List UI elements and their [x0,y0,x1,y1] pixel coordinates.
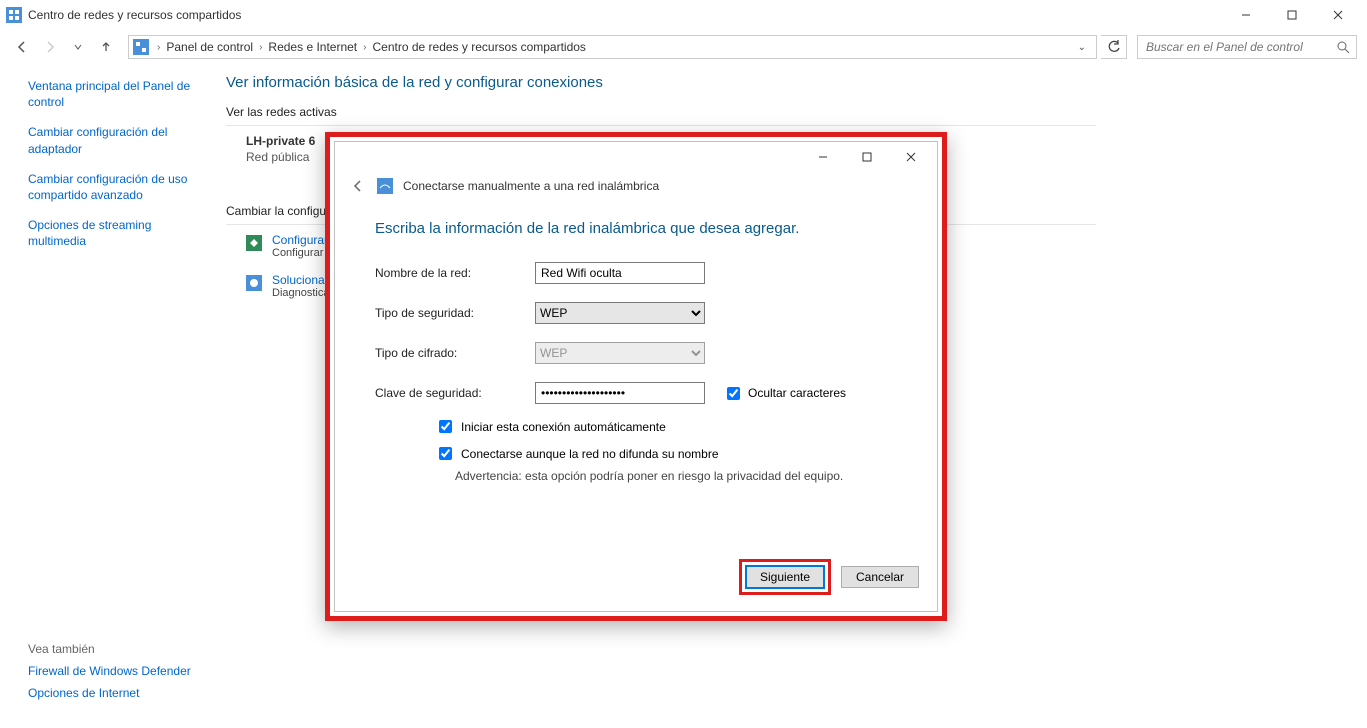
hide-chars-input[interactable] [727,387,740,400]
breadcrumb[interactable]: › Panel de control › Redes e Internet › … [128,35,1097,59]
dialog-minimize-button[interactable] [801,143,845,171]
hide-chars-checkbox[interactable]: Ocultar caracteres [723,384,846,403]
see-also-internet-options[interactable]: Opciones de Internet [28,686,191,700]
security-type-select[interactable]: WEP [535,302,705,324]
connect-hidden-input[interactable] [439,447,452,460]
see-also-firewall[interactable]: Firewall de Windows Defender [28,664,191,678]
sidebar-link-home[interactable]: Ventana principal del Panel de control [28,78,212,110]
auto-connect-checkbox[interactable]: Iniciar esta conexión automáticamente [435,417,897,436]
close-button[interactable] [1315,0,1361,30]
network-icon [133,39,149,55]
security-key-label: Clave de seguridad: [375,386,535,400]
breadcrumb-item[interactable]: Redes e Internet [264,40,361,54]
chevron-down-icon[interactable]: ⌄ [1072,42,1092,53]
window-title: Centro de redes y recursos compartidos [28,8,241,22]
wizard-icon [246,235,262,251]
encryption-type-select: WEP [535,342,705,364]
troubleshoot-icon [246,275,262,291]
wizard-dialog: Conectarse manualmente a una red inalámb… [334,141,938,612]
hide-chars-label: Ocultar caracteres [748,386,846,400]
wizard-dialog-highlight: Conectarse manualmente a una red inalámb… [325,132,947,621]
recent-dropdown[interactable] [66,35,90,59]
maximize-button[interactable] [1269,0,1315,30]
forward-button[interactable] [38,35,62,59]
next-button[interactable]: Siguiente [746,566,824,588]
minimize-button[interactable] [1223,0,1269,30]
auto-connect-label: Iniciar esta conexión automáticamente [461,420,666,434]
sidebar-link-sharing[interactable]: Cambiar configuración de uso compartido … [28,171,212,203]
sidebar-link-streaming[interactable]: Opciones de streaming multimedia [28,217,212,249]
chevron-right-icon: › [155,42,162,53]
see-also-label: Vea también [28,642,191,656]
wifi-icon [377,178,393,194]
chevron-right-icon: › [257,42,264,53]
dialog-back-button[interactable] [351,179,367,193]
sidebar-link-adapter[interactable]: Cambiar configuración del adaptador [28,124,212,156]
auto-connect-input[interactable] [439,420,452,433]
sidebar: Ventana principal del Panel de control C… [0,64,222,299]
see-also-section: Vea también Firewall de Windows Defender… [28,642,191,708]
app-icon [6,7,22,23]
dialog-maximize-button[interactable] [845,143,889,171]
dialog-header-text: Conectarse manualmente a una red inalámb… [403,179,659,193]
connect-hidden-label: Conectarse aunque la red no difunda su n… [461,447,719,461]
search-box[interactable] [1137,35,1357,59]
search-input[interactable] [1144,39,1337,55]
page-heading: Ver información básica de la red y confi… [226,74,1096,91]
chevron-right-icon: › [361,42,368,53]
active-networks-label: Ver las redes activas [226,105,1096,119]
privacy-warning: Advertencia: esta opción podría poner en… [375,469,897,483]
cancel-button[interactable]: Cancelar [841,566,919,588]
dialog-heading: Escriba la información de la red inalámb… [335,200,937,253]
dialog-close-button[interactable] [889,143,933,171]
search-icon[interactable] [1337,41,1350,54]
refresh-button[interactable] [1101,35,1127,59]
breadcrumb-item[interactable]: Centro de redes y recursos compartidos [369,40,590,54]
breadcrumb-item[interactable]: Panel de control [162,40,257,54]
back-button[interactable] [10,35,34,59]
security-key-input[interactable] [535,382,705,404]
navigation-toolbar: › Panel de control › Redes e Internet › … [0,30,1367,64]
window-titlebar: Centro de redes y recursos compartidos [0,0,1367,30]
encryption-type-label: Tipo de cifrado: [375,346,535,360]
next-button-highlight: Siguiente [739,559,831,595]
security-type-label: Tipo de seguridad: [375,306,535,320]
network-name-input[interactable] [535,262,705,284]
connect-hidden-checkbox[interactable]: Conectarse aunque la red no difunda su n… [435,444,897,463]
up-button[interactable] [94,35,118,59]
network-name-label: Nombre de la red: [375,266,535,280]
